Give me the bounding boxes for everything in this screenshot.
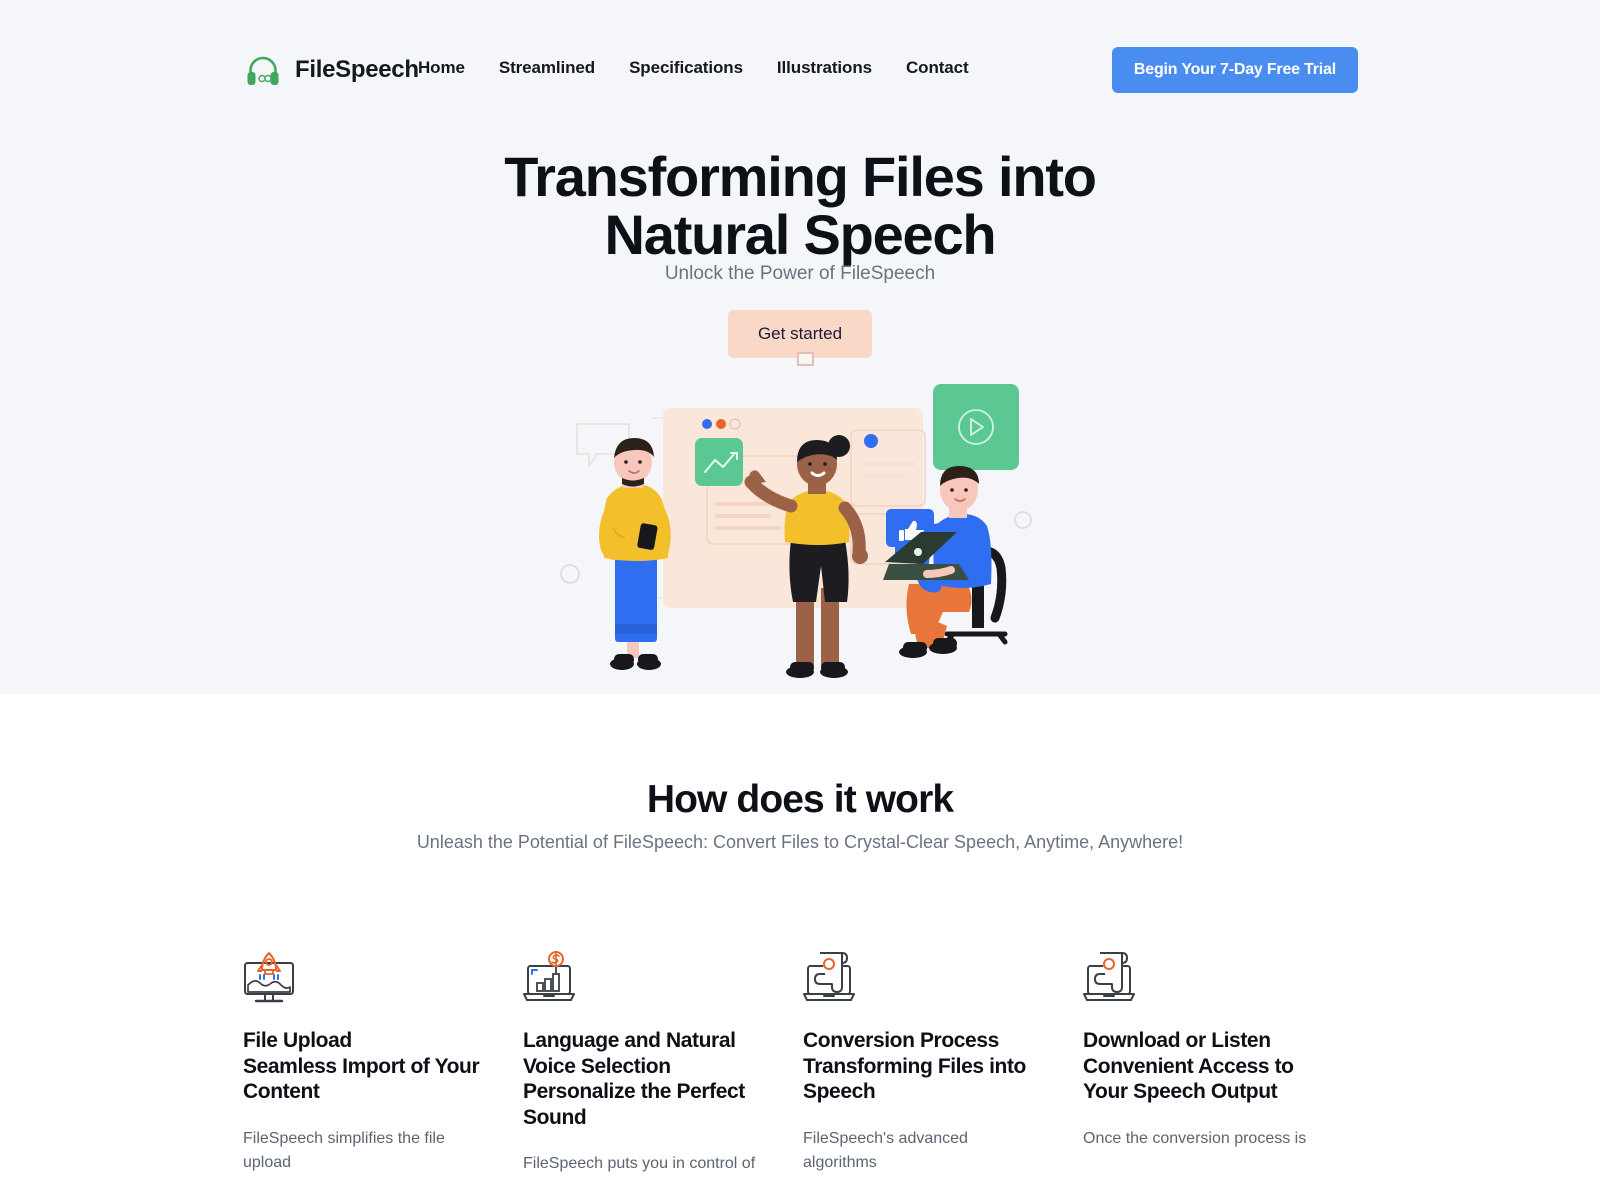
feature-card-conversion-process: Conversion Process Transforming Files in… <box>803 950 1083 1176</box>
feature-title: File Upload Seamless Import of Your Cont… <box>243 1029 480 1104</box>
laptop-chart-dollar-icon <box>523 950 763 1006</box>
hero-title-line-1: Transforming Files into <box>504 145 1097 208</box>
hero-subtitle: Unlock the Power of FileSpeech <box>664 263 936 284</box>
feature-body: FileSpeech simplifies the file upload <box>243 1129 445 1171</box>
feature-title: Language and Natural Voice Selection Per… <box>523 1029 745 1129</box>
feature-body: FileSpeech puts you in control of <box>523 1155 756 1173</box>
brand-logo[interactable]: FileSpeech <box>243 50 419 90</box>
get-started-button[interactable]: Get started <box>727 310 873 358</box>
laptop-document-icon <box>1083 950 1323 1006</box>
top-navigation-bar: FileSpeech Home Streamlined Specificatio… <box>0 0 1600 140</box>
feature-title: Download or Listen Convenient Access to … <box>1083 1029 1294 1104</box>
feature-card-voice-selection: Language and Natural Voice Selection Per… <box>523 950 803 1176</box>
nav-link-illustrations[interactable]: Illustrations <box>777 58 872 78</box>
free-trial-button[interactable]: Begin Your 7-Day Free Trial <box>1111 47 1358 93</box>
nav-link-home[interactable]: Home <box>418 58 465 78</box>
nav-link-specifications[interactable]: Specifications <box>629 58 743 78</box>
features-grid: File Upload Seamless Import of Your Cont… <box>243 950 1363 1176</box>
brand-name: FileSpeech <box>295 56 419 83</box>
hero-title-line-2: Natural Speech <box>604 203 997 267</box>
laptop-document-icon <box>803 950 1043 1006</box>
feature-title: Conversion Process Transforming Files in… <box>803 1029 1026 1104</box>
team-collaboration-illustration <box>555 372 1045 694</box>
nav-link-streamlined[interactable]: Streamlined <box>499 58 595 78</box>
how-it-works-title: How does it work <box>646 778 954 821</box>
feature-card-file-upload: File Upload Seamless Import of Your Cont… <box>243 950 523 1176</box>
nav-links: Home Streamlined Specifications Illustra… <box>418 58 969 78</box>
feature-body: FileSpeech's advanced algorithms <box>803 1129 968 1171</box>
how-it-works-subtitle: Unleash the Potential of FileSpeech: Con… <box>416 832 1184 852</box>
page-title: Transforming Files into Natural Speech <box>0 145 1600 267</box>
nav-link-contact[interactable]: Contact <box>906 58 969 78</box>
feature-card-download-listen: Download or Listen Convenient Access to … <box>1083 950 1363 1176</box>
headphones-infinity-icon <box>243 50 283 90</box>
hero-section: FileSpeech Home Streamlined Specificatio… <box>0 0 1600 694</box>
feature-body: Once the conversion process is <box>1083 1129 1307 1147</box>
monitor-rocket-icon <box>243 950 483 1006</box>
selection-handle[interactable] <box>797 352 814 366</box>
